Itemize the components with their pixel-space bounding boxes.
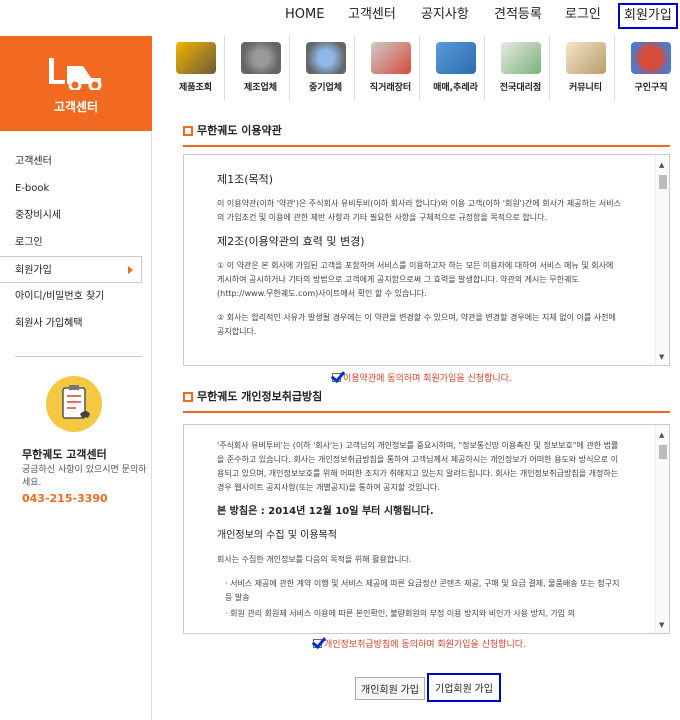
terms-agree-checkbox[interactable]: [332, 373, 341, 382]
category-trade-trailer[interactable]: 매매,추레라: [427, 36, 485, 100]
nav-login[interactable]: 로그인: [565, 5, 601, 25]
sidebar-title: 고객센터: [53, 100, 99, 114]
terms-article1-title: 제1조(목적): [217, 173, 274, 186]
category-jobs[interactable]: 구인구직: [622, 36, 680, 100]
sidebar-item-customer-center[interactable]: 고객센터: [0, 148, 152, 175]
sidebar-item-signup[interactable]: 회원가입: [0, 256, 142, 283]
category-product-search[interactable]: 제품조회: [167, 36, 225, 100]
section-divider: [183, 145, 670, 147]
terms-textbox[interactable]: 제1조(목적) 이 이용약관(이하 '약관')은 주식회사 유비투비(이하 회사…: [183, 154, 670, 366]
excavator-icon: [175, 42, 216, 74]
sidebar-divider: [15, 356, 142, 357]
privacy-heading-text: 무한궤도 개인정보취급방침: [197, 390, 323, 403]
corporate-signup-button[interactable]: 기업회원 가입: [427, 673, 501, 702]
terms-article1-body: 이 이용약관(이하 '약관')은 주식회사 유비투비(이하 회사라 합니다)와 …: [217, 199, 621, 222]
section-divider: [183, 411, 670, 413]
sidebar-item-ebook[interactable]: E-book: [0, 175, 152, 202]
nav-customer-center[interactable]: 고객센터: [348, 5, 396, 25]
scroll-down-icon[interactable]: ▼: [659, 353, 664, 361]
category-community[interactable]: 커뮤니티: [557, 36, 615, 100]
privacy-heading: 무한궤도 개인정보취급방침: [183, 390, 670, 404]
terms-article2-title: 제2조(이용약관의 효력 및 변경): [217, 235, 365, 248]
shopping-cart-icon: [370, 42, 411, 74]
category-label: 직거래장터: [369, 83, 412, 93]
privacy-section: 무한궤도 개인정보취급방침: [183, 390, 670, 413]
category-label: 제조업체: [243, 83, 278, 93]
terms-article2-para1: ① 이 약관은 본 회사에 가입된 고객을 포함하여 서비스를 이용하고자 하는…: [217, 261, 614, 298]
center-description: 궁금하신 사항이 있으시면 문의하세요.: [22, 465, 147, 488]
square-bullet-icon: [183, 126, 193, 136]
privacy-agree[interactable]: 개인정보취급방침에 동의하며 회원가입을 신청합니다.: [313, 637, 526, 650]
terms-heading: 무한궤도 이용약관: [183, 124, 670, 138]
privacy-scrollbar[interactable]: ▲ ▼: [655, 425, 669, 633]
sidebar-item-find-account[interactable]: 아이디/비밀번호 찾기: [0, 283, 152, 310]
customer-center-info: 무한궤도 고객센터 궁금하신 사항이 있으시면 문의하세요. 043-215-3…: [22, 446, 147, 505]
nav-estimate[interactable]: 견적등록: [494, 5, 542, 25]
category-label: 구인구직: [634, 83, 668, 93]
category-direct-market[interactable]: 직거래장터: [362, 36, 420, 100]
gears-icon: [240, 42, 281, 74]
center-name: 무한궤도 고객센터: [22, 448, 107, 461]
clipboard-phone-icon: [46, 376, 102, 432]
scroll-down-icon[interactable]: ▼: [659, 621, 664, 629]
help-bubble-icon: [631, 42, 671, 74]
privacy-agree-label: 개인정보취급방침에 동의하며 회원가입을 신청합니다.: [324, 640, 526, 650]
center-phone: 043-215-3390: [22, 492, 108, 505]
sidebar-menu: 고객센터 E-book 중장비시세 로그인 회원가입 아이디/비밀번호 찾기 회…: [0, 148, 152, 337]
nav-notice[interactable]: 공지사항: [421, 5, 469, 25]
category-label: 중기업체: [308, 83, 343, 93]
sidebar: 고객센터 고객센터 E-book 중장비시세 로그인 회원가입 아이디/비밀번호…: [0, 36, 152, 720]
sidebar-item-equipment-price[interactable]: 중장비시세: [0, 202, 152, 229]
nav-home[interactable]: HOME: [285, 5, 324, 25]
cards-icon: [435, 42, 476, 74]
terms-article2-para2: ② 회사는 합리적인 사유가 발생될 경우에는 이 약관을 변경할 수 있으며,…: [217, 313, 616, 336]
sidebar-item-signup-label: 회원가입: [15, 265, 52, 276]
category-label: 커뮤니티: [568, 83, 603, 93]
sidebar-item-member-benefits[interactable]: 회원사 가입혜택: [0, 310, 152, 337]
arrow-right-icon: [128, 266, 133, 274]
category-label: 전국대리점: [499, 83, 542, 93]
scroll-thumb[interactable]: [659, 175, 667, 189]
sidebar-item-login[interactable]: 로그인: [0, 229, 152, 256]
gear-wrench-icon: [305, 42, 346, 74]
personal-signup-button[interactable]: 개인회원 가입: [355, 677, 425, 700]
privacy-agree-checkbox[interactable]: [313, 639, 322, 648]
privacy-collect-title: 개인정보의 수집 및 이용목적: [217, 530, 337, 541]
scroll-thumb[interactable]: [659, 445, 667, 459]
category-heavy-equipment[interactable]: 중기업체: [297, 36, 355, 100]
scroll-up-icon[interactable]: ▲: [659, 161, 664, 169]
monitor-chart-icon: [500, 42, 541, 74]
forklift-icon: [49, 58, 102, 90]
category-manufacturer[interactable]: 제조업체: [232, 36, 290, 100]
sidebar-header: 고객센터: [0, 36, 152, 131]
privacy-effective: 본 방침은 : 2014년 12월 10일 부터 시행됩니다.: [217, 506, 434, 517]
scroll-up-icon[interactable]: ▲: [659, 431, 664, 439]
privacy-intro: '주식회사 유비투비'는 (이하 '회사'는) 고객님의 개인정보를 중요시하며…: [217, 441, 619, 492]
privacy-collect-intro: 회사는 수집한 개인정보를 다음의 목적을 위해 활용합니다.: [217, 555, 412, 564]
category-label: 제품조회: [178, 83, 213, 93]
terms-heading-text: 무한궤도 이용약관: [197, 124, 282, 137]
scroll-icon: [565, 42, 606, 74]
terms-agree[interactable]: 이용약관에 동의하며 회원가입을 신청합니다.: [332, 371, 512, 384]
square-bullet-icon: [183, 392, 193, 402]
terms-section: 무한궤도 이용약관: [183, 124, 670, 147]
category-label: 매매,추레라: [433, 83, 478, 93]
top-navigation: HOME 고객센터 공지사항 견적등록 로그인 회원가입: [0, 0, 680, 36]
category-icon-nav: 제품조회 제조업체 중기업체 직거래장터 매매,추레라 전국대리점 커뮤니티 구…: [167, 36, 680, 102]
privacy-item1: · 서비스 제공에 관한 계약 이행 및 서비스 제공에 따른 요금정산 콘텐츠…: [225, 579, 620, 602]
nav-signup[interactable]: 회원가입: [618, 3, 678, 29]
privacy-textbox[interactable]: '주식회사 유비투비'는 (이하 '회사'는) 고객님의 개인정보를 중요시하며…: [183, 424, 670, 634]
privacy-item2: · 회원 관리 회원제 서비스 이용에 따른 본인확인, 불량회원의 부정 이용…: [225, 609, 576, 618]
terms-scrollbar[interactable]: ▲ ▼: [655, 155, 669, 365]
category-agency[interactable]: 전국대리점: [492, 36, 550, 100]
terms-agree-label: 이용약관에 동의하며 회원가입을 신청합니다.: [343, 374, 512, 384]
